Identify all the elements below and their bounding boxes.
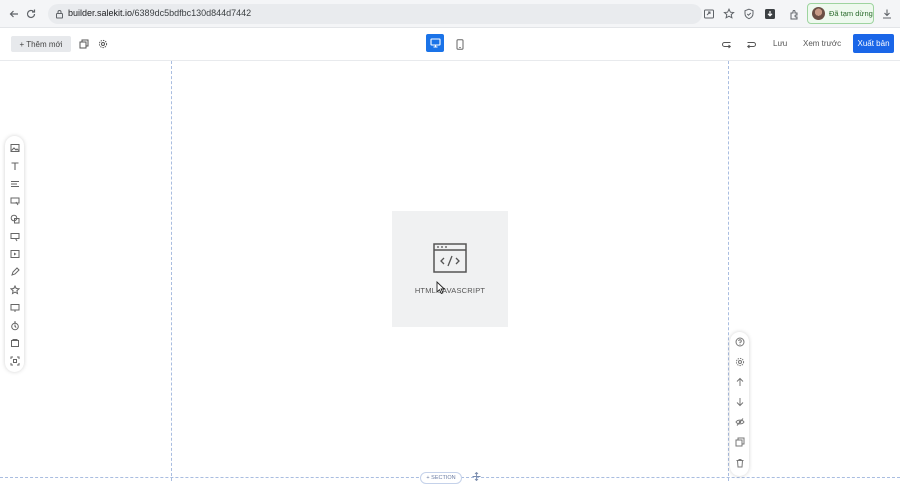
share-icon[interactable]: [701, 6, 717, 22]
download-box-icon[interactable]: [762, 6, 778, 22]
form-icon[interactable]: [9, 231, 20, 242]
image-icon[interactable]: [9, 142, 20, 153]
avatar: [812, 7, 825, 20]
settings-icon[interactable]: [734, 356, 745, 367]
drag-move-icon[interactable]: [472, 472, 481, 481]
delete-icon[interactable]: [734, 457, 745, 468]
builder-toolbar: + Thêm mới Lưu Xem trước Xuất bản: [0, 28, 900, 61]
duplicate-icon[interactable]: [734, 436, 745, 447]
profile-status-label: Đã tạm dừng: [829, 9, 873, 18]
publish-button[interactable]: Xuất bản: [853, 34, 894, 53]
url-text: builder.salekit.io/6389dc5bdfbc130d844d7…: [68, 8, 252, 18]
reload-icon[interactable]: [23, 6, 39, 22]
settings-gear-icon[interactable]: [96, 37, 110, 51]
extensions-icon[interactable]: [787, 6, 803, 22]
paragraph-icon[interactable]: [9, 178, 20, 189]
section-actions-toolbar: [730, 332, 749, 476]
code-window-icon: [433, 243, 467, 273]
downloads-icon[interactable]: [879, 6, 895, 22]
move-down-icon[interactable]: [734, 396, 745, 407]
text-icon[interactable]: [9, 160, 20, 171]
add-new-button[interactable]: + Thêm mới: [11, 36, 71, 52]
save-button[interactable]: Lưu: [773, 39, 787, 48]
elements-toolbar: [5, 136, 24, 372]
section-guide-left: [171, 61, 172, 481]
shape-icon[interactable]: [9, 213, 20, 224]
gallery-icon[interactable]: [9, 337, 20, 348]
star-icon[interactable]: [9, 284, 20, 295]
pen-icon[interactable]: [9, 266, 20, 277]
video-icon[interactable]: [9, 248, 20, 259]
bookmark-star-icon[interactable]: [721, 6, 737, 22]
address-bar[interactable]: builder.salekit.io/6389dc5bdfbc130d844d7…: [48, 4, 702, 24]
redo-icon[interactable]: [744, 38, 758, 52]
desktop-view-button[interactable]: [426, 34, 444, 52]
undo-icon[interactable]: [719, 38, 733, 52]
back-icon[interactable]: [6, 6, 22, 22]
timer-icon[interactable]: [9, 320, 20, 331]
section-guide-right: [728, 61, 729, 481]
site-info-icon[interactable]: [55, 9, 64, 19]
button-icon[interactable]: [9, 195, 20, 206]
mouse-cursor-icon: [436, 281, 445, 294]
add-section-button[interactable]: + SECTION: [420, 472, 462, 484]
browser-chrome: builder.salekit.io/6389dc5bdfbc130d844d7…: [0, 0, 900, 28]
mobile-view-button[interactable]: [453, 37, 467, 51]
desktop-icon: [429, 38, 441, 48]
help-icon[interactable]: [734, 336, 745, 347]
preview-button[interactable]: Xem trước: [803, 39, 841, 48]
copy-icon[interactable]: [77, 37, 91, 51]
hide-icon[interactable]: [734, 416, 745, 427]
popup-icon[interactable]: [9, 302, 20, 313]
move-up-icon[interactable]: [734, 376, 745, 387]
profile-chip[interactable]: Đã tạm dừng: [807, 3, 874, 24]
html-block-label: HTML JAVASCRIPT: [414, 286, 486, 295]
frame-icon[interactable]: [9, 355, 20, 366]
html-javascript-element[interactable]: HTML JAVASCRIPT: [392, 211, 508, 327]
shield-icon[interactable]: [741, 6, 757, 22]
mobile-icon: [456, 38, 464, 50]
